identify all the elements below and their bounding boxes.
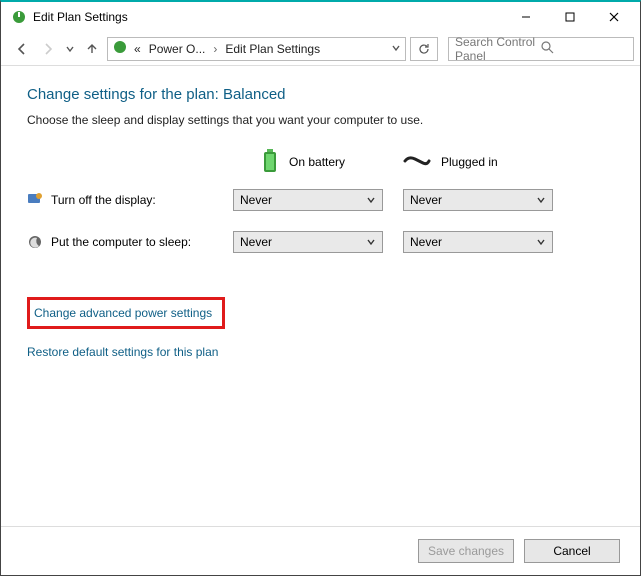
column-battery-label: On battery	[289, 155, 345, 169]
row-display-label: Turn off the display:	[51, 193, 156, 207]
chevron-down-icon	[366, 237, 376, 247]
breadcrumb-part2[interactable]: Edit Plan Settings	[223, 42, 322, 56]
breadcrumb-root[interactable]: «	[132, 42, 143, 56]
search-input[interactable]: Search Control Panel	[448, 37, 634, 61]
address-bar[interactable]: « Power O... › Edit Plan Settings	[107, 37, 406, 61]
page-heading: Change settings for the plan: Balanced	[27, 86, 614, 103]
plug-icon	[403, 153, 431, 172]
control-panel-icon	[11, 9, 27, 25]
page-subtext: Choose the sleep and display settings th…	[27, 113, 614, 127]
row-sleep: Put the computer to sleep: Never Never	[27, 221, 614, 263]
display-plugged-value: Never	[410, 193, 536, 207]
link-advanced-settings[interactable]: Change advanced power settings	[34, 306, 212, 320]
display-battery-select[interactable]: Never	[233, 189, 383, 211]
window-title: Edit Plan Settings	[33, 10, 128, 24]
battery-icon	[261, 148, 279, 177]
chevron-down-icon	[536, 237, 546, 247]
chevron-down-icon[interactable]	[391, 42, 401, 56]
titlebar: Edit Plan Settings	[1, 2, 640, 32]
display-icon	[27, 192, 43, 208]
navigation-bar: « Power O... › Edit Plan Settings Search…	[1, 32, 640, 66]
search-placeholder: Search Control Panel	[455, 35, 541, 63]
forward-button[interactable]	[37, 38, 59, 60]
back-button[interactable]	[11, 38, 33, 60]
sleep-battery-value: Never	[240, 235, 366, 249]
column-plugged-in: Plugged in	[403, 153, 573, 172]
chevron-down-icon	[536, 195, 546, 205]
column-plugged-label: Plugged in	[441, 155, 498, 169]
link-restore-defaults[interactable]: Restore default settings for this plan	[27, 345, 614, 359]
cancel-button[interactable]: Cancel	[524, 539, 620, 563]
footer: Save changes Cancel	[1, 526, 640, 575]
refresh-button[interactable]	[410, 37, 438, 61]
sleep-plugged-value: Never	[410, 235, 536, 249]
sleep-icon	[27, 234, 43, 250]
window: Edit Plan Settings « Power O... › Edit P…	[0, 0, 641, 576]
display-plugged-select[interactable]: Never	[403, 189, 553, 211]
column-on-battery: On battery	[233, 148, 403, 177]
close-button[interactable]	[592, 2, 636, 32]
column-header-row: On battery Plugged in	[27, 145, 614, 179]
sleep-plugged-select[interactable]: Never	[403, 231, 553, 253]
maximize-button[interactable]	[548, 2, 592, 32]
address-icon	[112, 39, 128, 58]
row-sleep-label: Put the computer to sleep:	[51, 235, 191, 249]
chevron-down-icon	[366, 195, 376, 205]
highlight-box: Change advanced power settings	[27, 297, 225, 329]
row-turn-off-display: Turn off the display: Never Never	[27, 179, 614, 221]
breadcrumb-part1[interactable]: Power O...	[147, 42, 208, 56]
search-icon	[541, 41, 627, 57]
recent-locations-button[interactable]	[63, 38, 77, 60]
save-button: Save changes	[418, 539, 514, 563]
up-button[interactable]	[81, 38, 103, 60]
content-area: Change settings for the plan: Balanced C…	[1, 66, 640, 526]
display-battery-value: Never	[240, 193, 366, 207]
sleep-battery-select[interactable]: Never	[233, 231, 383, 253]
chevron-right-icon: ›	[211, 42, 219, 56]
minimize-button[interactable]	[504, 2, 548, 32]
